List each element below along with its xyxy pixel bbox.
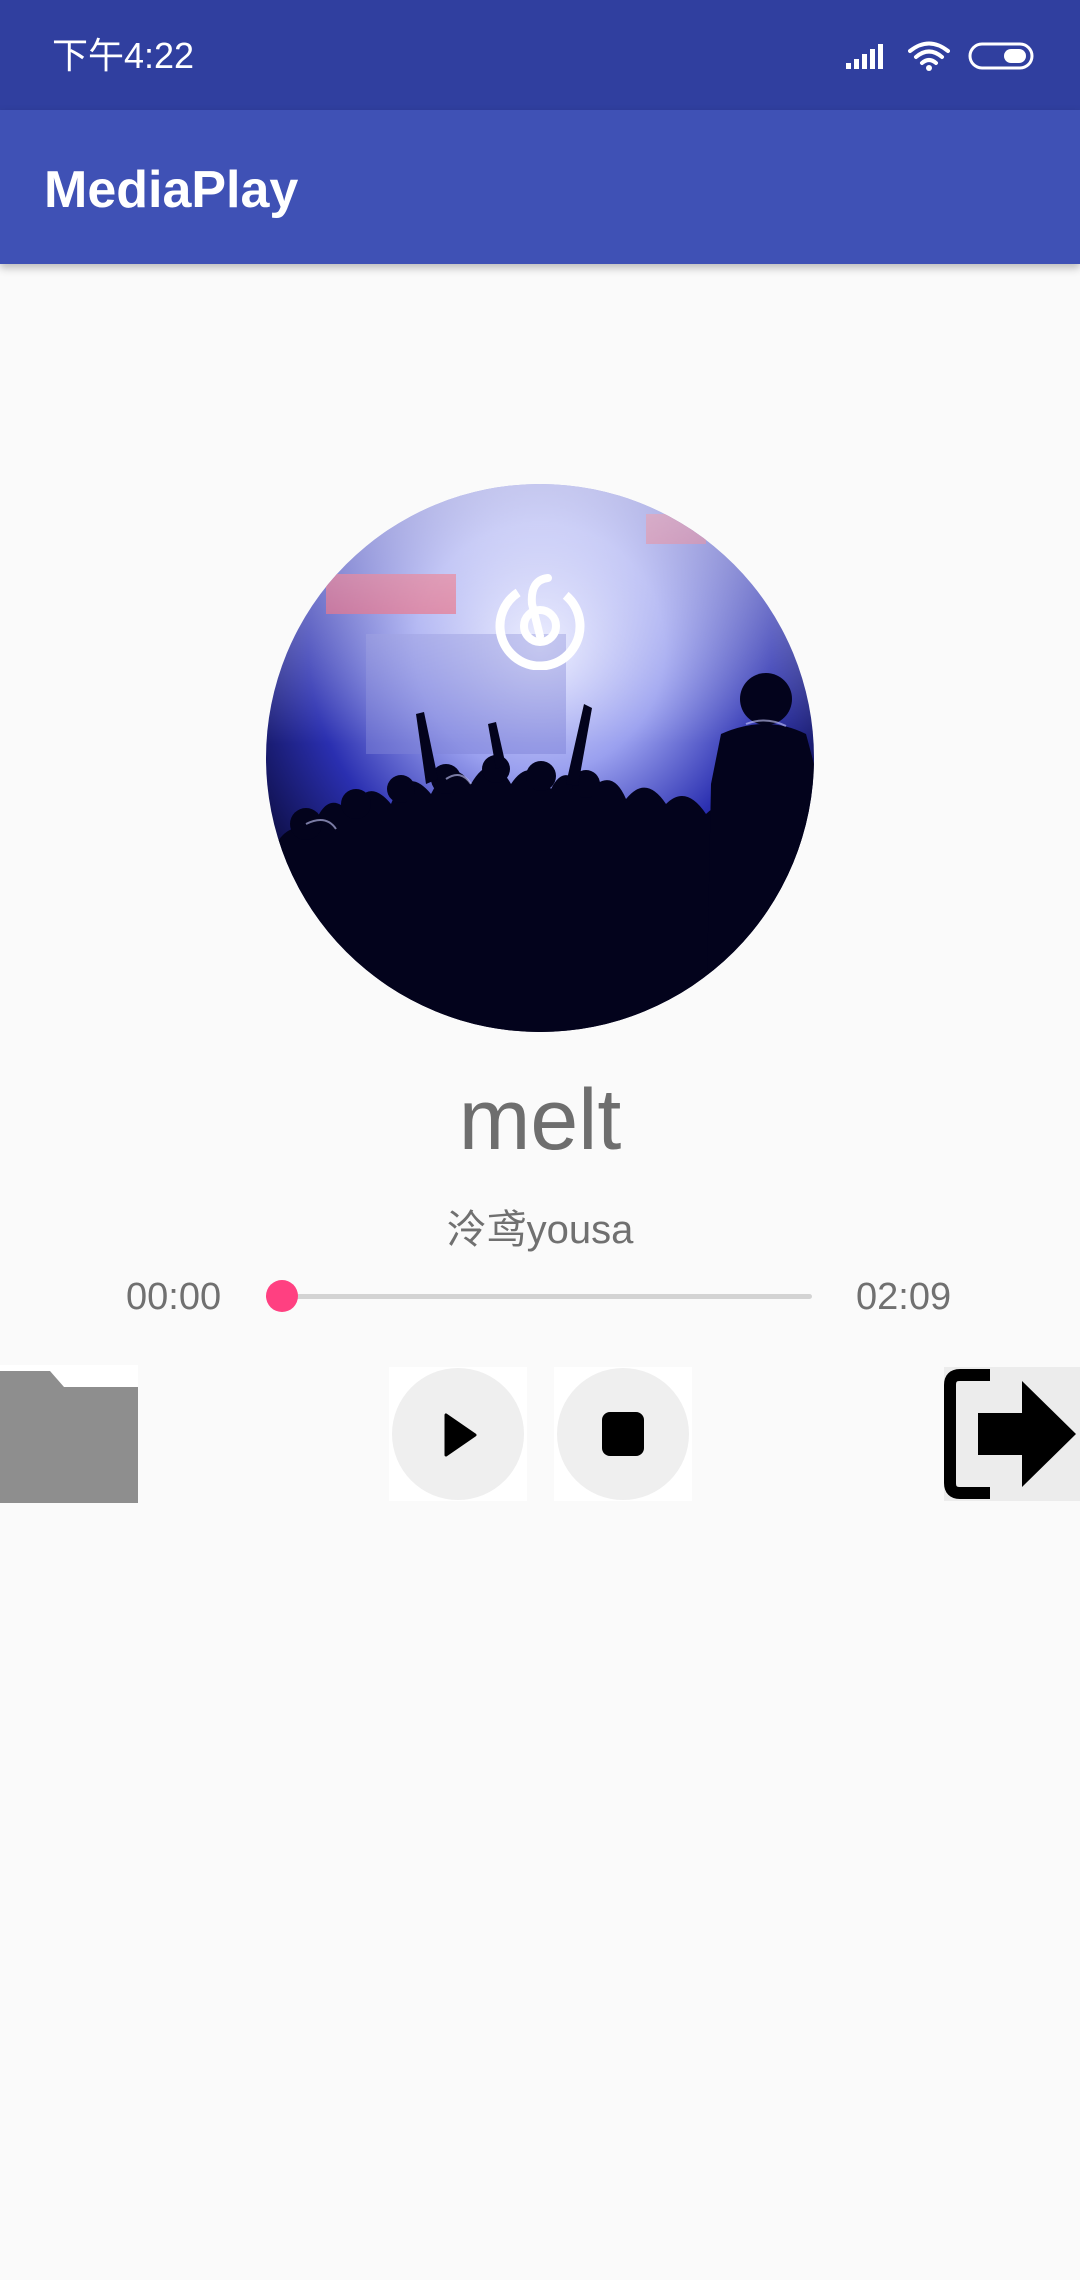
song-title: melt bbox=[458, 1072, 622, 1168]
seek-track bbox=[266, 1294, 812, 1299]
status-time: 下午4:22 bbox=[52, 35, 195, 76]
app-title: MediaPlay bbox=[44, 161, 299, 219]
current-time: 00:00 bbox=[126, 1276, 222, 1318]
total-time: 02:09 bbox=[856, 1276, 952, 1318]
app-bar: MediaPlay bbox=[0, 110, 1080, 264]
seek-thumb[interactable] bbox=[266, 1280, 298, 1312]
stop-button[interactable] bbox=[554, 1367, 692, 1501]
exit-icon bbox=[944, 1369, 1080, 1505]
play-button[interactable] bbox=[389, 1367, 527, 1501]
folder-icon bbox=[0, 1371, 138, 1507]
artist-name: 泠鸢yousa bbox=[446, 1208, 634, 1252]
exit-button[interactable] bbox=[944, 1367, 1080, 1501]
album-art bbox=[266, 484, 814, 1032]
netease-music-logo-icon bbox=[490, 570, 590, 670]
seek-bar[interactable] bbox=[266, 1280, 812, 1312]
status-icons bbox=[846, 36, 1038, 76]
battery-icon bbox=[968, 41, 1038, 71]
open-folder-button[interactable] bbox=[0, 1365, 138, 1503]
signal-icon bbox=[846, 41, 890, 71]
wifi-icon bbox=[908, 40, 950, 72]
status-bar: 下午4:22 bbox=[0, 0, 1080, 110]
